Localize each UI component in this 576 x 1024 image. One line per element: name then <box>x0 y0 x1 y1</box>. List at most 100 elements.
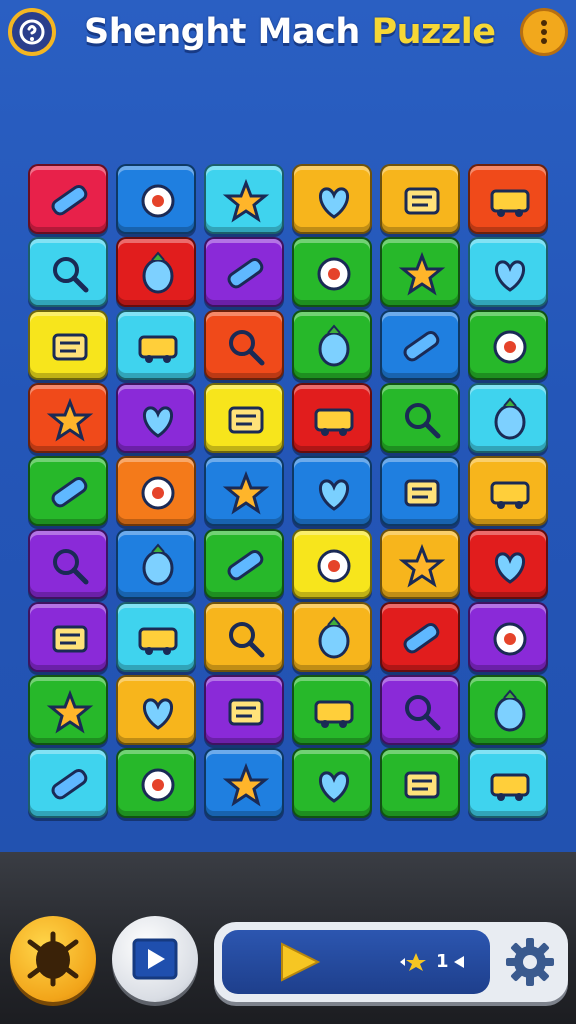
puzzle-tile[interactable] <box>380 748 460 818</box>
pot-icon <box>51 768 88 800</box>
van-icon <box>490 481 530 509</box>
puzzle-tile[interactable] <box>28 675 108 745</box>
puzzle-tile[interactable] <box>28 456 108 526</box>
puzzle-tile[interactable] <box>380 602 460 672</box>
puzzle-tile[interactable] <box>292 529 372 599</box>
score-value: 1 <box>436 951 449 972</box>
fruit-icon <box>319 187 349 219</box>
circle-icon <box>319 479 349 511</box>
puzzle-tile[interactable] <box>468 675 548 745</box>
puzzle-tile[interactable] <box>468 529 548 599</box>
help-button[interactable] <box>8 8 56 56</box>
bug-button[interactable] <box>10 916 96 1002</box>
droplet-icon <box>222 178 270 223</box>
puzzle-tile[interactable] <box>380 164 460 234</box>
puzzle-tile[interactable] <box>292 237 372 307</box>
marker-icon <box>317 549 351 583</box>
puzzle-tile[interactable] <box>28 237 108 307</box>
magnifier-icon <box>493 330 527 364</box>
puzzle-tile[interactable] <box>204 456 284 526</box>
title-part-1: Shenght Mach <box>84 12 372 52</box>
puzzle-tile[interactable] <box>380 529 460 599</box>
puzzle-tile[interactable] <box>468 456 548 526</box>
eraser-icon <box>46 689 94 734</box>
puzzle-tile[interactable] <box>204 383 284 453</box>
game-title: Shenght Mach Puzzle <box>84 10 496 54</box>
bus-icon <box>46 397 94 442</box>
puzzle-tile[interactable] <box>28 383 108 453</box>
puzzle-tile[interactable] <box>204 602 284 672</box>
capsule-icon <box>51 476 88 508</box>
puzzle-tile[interactable] <box>204 237 284 307</box>
puzzle-tile[interactable] <box>292 310 372 380</box>
more-menu-button[interactable] <box>520 8 568 56</box>
timer-icon <box>403 622 440 654</box>
play-panel[interactable]: 1 <box>222 930 490 994</box>
puzzle-tile[interactable] <box>468 383 548 453</box>
star-icon <box>400 953 426 971</box>
top-bar: Shenght Mach Puzzle <box>0 0 576 66</box>
alien-icon <box>404 771 440 799</box>
play-video-button[interactable] <box>112 916 198 1002</box>
ball-icon <box>222 762 270 807</box>
lightbulb-icon <box>490 189 530 217</box>
puzzle-tile[interactable] <box>292 164 372 234</box>
puzzle-tile[interactable] <box>28 310 108 380</box>
title-part-2: Puzzle <box>371 12 496 52</box>
puzzle-tile[interactable] <box>380 237 460 307</box>
puzzle-tile[interactable] <box>28 748 108 818</box>
star-icon <box>494 689 526 732</box>
puzzle-tile[interactable] <box>204 164 284 234</box>
puzzle-tile[interactable] <box>116 237 196 307</box>
bug-icon <box>27 931 79 987</box>
truck-icon <box>398 251 446 296</box>
puzzle-tile[interactable] <box>292 602 372 672</box>
puzzle-tile[interactable] <box>468 748 548 818</box>
bread-icon <box>318 616 350 659</box>
puzzle-tile[interactable] <box>28 529 108 599</box>
puzzle-tile[interactable] <box>204 310 284 380</box>
puzzle-tile[interactable] <box>116 675 196 745</box>
card-icon <box>404 187 440 215</box>
puzzle-tile[interactable] <box>468 237 548 307</box>
puzzle-tile[interactable] <box>116 529 196 599</box>
puzzle-tile[interactable] <box>468 602 548 672</box>
kite-icon <box>404 479 440 507</box>
radio-icon <box>495 260 525 292</box>
ruler-icon <box>52 333 88 361</box>
puzzle-tile[interactable] <box>28 602 108 672</box>
puzzle-tile[interactable] <box>204 748 284 818</box>
puzzle-tile[interactable] <box>116 602 196 672</box>
puzzle-tile[interactable] <box>292 383 372 453</box>
puzzle-tile[interactable] <box>116 383 196 453</box>
puzzle-tile[interactable] <box>116 748 196 818</box>
puzzle-tile[interactable] <box>204 675 284 745</box>
sun-icon <box>141 768 175 802</box>
puzzle-tile[interactable] <box>28 164 108 234</box>
help-icon <box>19 19 45 45</box>
settings-button[interactable] <box>498 930 562 994</box>
puzzle-tile[interactable] <box>292 748 372 818</box>
bell-cake-icon <box>227 549 264 581</box>
star-icon <box>228 406 264 434</box>
puzzle-tile[interactable] <box>468 310 548 380</box>
lamp-icon <box>143 698 173 730</box>
puzzle-tile[interactable] <box>116 164 196 234</box>
wand-icon <box>228 698 264 726</box>
pencil-icon <box>227 257 264 289</box>
puzzle-tile[interactable] <box>292 456 372 526</box>
puzzle-tile[interactable] <box>380 310 460 380</box>
puzzle-tile[interactable] <box>468 164 548 234</box>
heart-icon <box>52 625 88 653</box>
puzzle-tile[interactable] <box>380 456 460 526</box>
puzzle-tile[interactable] <box>380 383 460 453</box>
glasses-icon <box>53 257 89 293</box>
puzzle-tile[interactable] <box>116 310 196 380</box>
puzzle-tile[interactable] <box>292 675 372 745</box>
lamp-icon <box>493 622 527 656</box>
puzzle-tile[interactable] <box>204 529 284 599</box>
puzzle-tile[interactable] <box>116 456 196 526</box>
puzzle-tile[interactable] <box>380 675 460 745</box>
play-box-icon <box>132 938 178 980</box>
planet-icon <box>319 771 349 803</box>
